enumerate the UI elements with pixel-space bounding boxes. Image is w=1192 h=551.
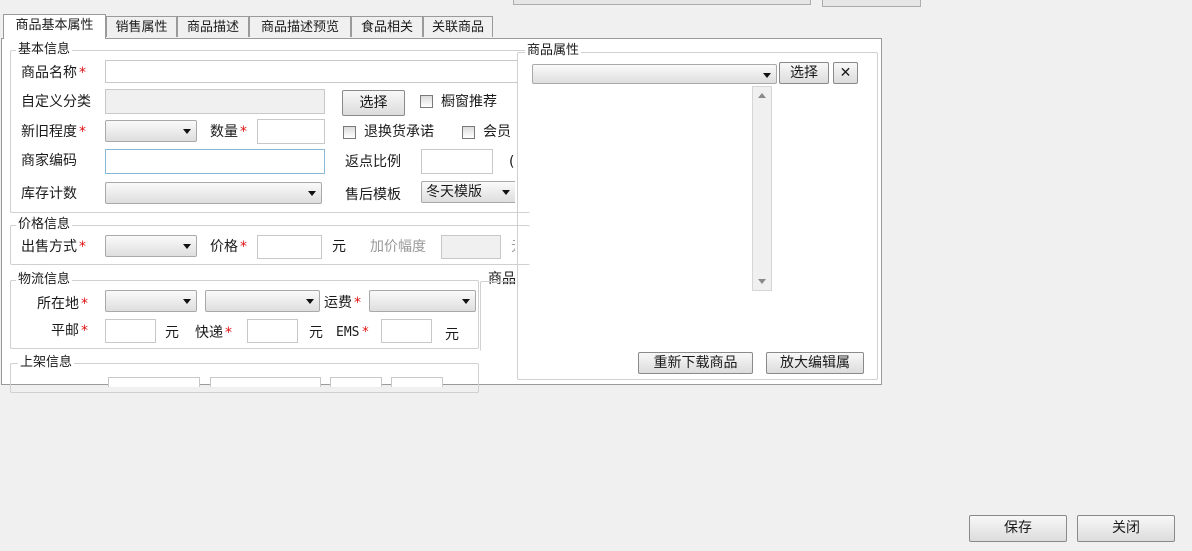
save-button[interactable]: 保存 [969, 515, 1067, 542]
stock-count-select[interactable] [105, 182, 322, 204]
rebate-suffix: ( [509, 154, 515, 170]
product-attributes-title: 商品属性 [525, 43, 582, 58]
after-sale-select[interactable]: 冬天模版 [421, 181, 515, 203]
member-checkbox[interactable] [462, 126, 475, 139]
custom-category-label: 自定义分类 [21, 94, 91, 110]
attribute-category-select[interactable] [532, 64, 777, 84]
tab-related-products[interactable]: 关联商品 [423, 16, 493, 37]
listing-field-3[interactable] [330, 377, 382, 387]
city-select[interactable] [205, 290, 320, 312]
attribute-list-scrollbar[interactable] [752, 86, 772, 291]
custom-category-input [105, 89, 325, 114]
merchant-code-input[interactable] [105, 149, 325, 174]
price-unit: 元 [332, 239, 346, 255]
quantity-label: 数量 * [210, 124, 247, 140]
category-select-button[interactable]: 选择 [342, 90, 405, 116]
top-button-strip[interactable] [822, 0, 921, 7]
listing-info-title: 上架信息 [18, 355, 75, 370]
enlarge-edit-attributes-button[interactable]: 放大编辑属 [766, 352, 864, 374]
rebate-input[interactable] [421, 149, 493, 174]
window-recommend-checkbox[interactable] [420, 95, 433, 108]
product-attributes-group [517, 52, 878, 380]
shipping-select[interactable] [369, 290, 476, 312]
ems-label: EMS * [336, 325, 370, 340]
tab-description-preview[interactable]: 商品描述预览 [249, 16, 351, 37]
listing-field-2[interactable] [210, 377, 321, 387]
surface-mail-label: 平邮 * [51, 323, 88, 339]
price-input[interactable] [257, 235, 322, 259]
product-name-label: 商品名称 * [21, 65, 86, 81]
tab-panel: 基本信息 商品名称 * 自定义分类 选择 橱窗推荐 新旧程度 * 数量 * 退换货承诺… [1, 38, 882, 393]
condition-select[interactable] [105, 120, 197, 142]
product-name-input[interactable] [105, 60, 517, 83]
logistics-info-title: 物流信息 [16, 272, 73, 287]
close-icon: ✕ [839, 65, 852, 81]
location-label: 所在地 * [37, 296, 88, 312]
sale-method-label: 出售方式 * [21, 239, 86, 255]
tab-food[interactable]: 食品相关 [351, 16, 423, 37]
logistics-right-group [480, 281, 516, 351]
tab-description[interactable]: 商品描述 [177, 16, 249, 37]
return-promise-label: 退换货承诺 [364, 124, 434, 140]
surface-mail-unit: 元 [165, 325, 179, 341]
reload-products-button[interactable]: 重新下载商品 [638, 352, 753, 374]
member-label: 会员 [483, 124, 511, 140]
ems-unit: 元 [445, 327, 459, 343]
listing-field-4[interactable] [391, 377, 443, 387]
tab-sales-attributes[interactable]: 销售属性 [106, 16, 177, 37]
basic-info-title: 基本信息 [16, 42, 73, 57]
price-label: 价格 * [210, 239, 247, 255]
rebate-label: 返点比例 [345, 154, 401, 170]
scroll-up-icon[interactable] [758, 93, 766, 98]
after-sale-label: 售后模板 [345, 187, 401, 203]
return-promise-checkbox[interactable] [343, 126, 356, 139]
quantity-input[interactable] [257, 119, 325, 144]
markup-suffix: 元 [511, 238, 515, 256]
markup-label: 加价幅度 [370, 239, 426, 255]
express-label: 快递 * [195, 325, 232, 341]
shipping-label: 运费 * [324, 295, 361, 311]
condition-label: 新旧程度 * [21, 124, 86, 140]
markup-input [441, 235, 501, 259]
express-unit: 元 [309, 325, 323, 341]
top-input-strip [513, 0, 811, 5]
attribute-clear-button[interactable]: ✕ [833, 62, 858, 84]
attribute-select-button[interactable]: 选择 [779, 62, 829, 84]
province-select[interactable] [105, 290, 197, 312]
listing-field-1[interactable] [108, 377, 200, 387]
surface-mail-input[interactable] [105, 319, 156, 343]
express-input[interactable] [247, 319, 298, 343]
ems-input[interactable] [381, 319, 432, 343]
tab-basic-attributes[interactable]: 商品基本属性 [3, 14, 106, 39]
sale-method-select[interactable] [105, 235, 197, 257]
stock-count-label: 库存计数 [21, 186, 77, 202]
price-info-title: 价格信息 [16, 217, 73, 232]
close-button[interactable]: 关闭 [1077, 515, 1175, 542]
merchant-code-label: 商家编码 [21, 153, 77, 169]
window-recommend-label: 橱窗推荐 [441, 94, 497, 110]
scroll-down-icon[interactable] [758, 279, 766, 284]
